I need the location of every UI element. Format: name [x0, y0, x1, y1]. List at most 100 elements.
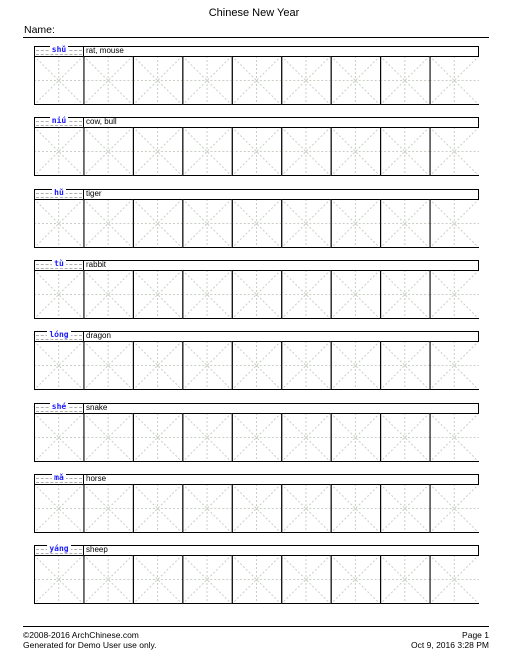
writing-cell[interactable]	[379, 199, 431, 248]
writing-cell[interactable]	[132, 270, 184, 319]
writing-cell[interactable]	[429, 56, 479, 105]
writing-cell[interactable]	[379, 484, 431, 533]
writing-cell[interactable]	[231, 484, 283, 533]
writing-cell[interactable]	[330, 127, 382, 176]
writing-grid-svg	[34, 199, 479, 248]
writing-cell[interactable]	[181, 127, 233, 176]
writing-cell[interactable]	[83, 270, 134, 319]
row-header: mǎ horse	[34, 473, 479, 484]
writing-cell[interactable]	[379, 555, 431, 604]
writing-cell[interactable]	[83, 199, 134, 248]
writing-cell[interactable]	[132, 56, 184, 105]
writing-cell[interactable]	[181, 555, 233, 604]
writing-cell[interactable]	[379, 56, 431, 105]
writing-grid-svg	[34, 270, 479, 319]
writing-cell[interactable]	[429, 484, 479, 533]
writing-cell[interactable]	[132, 341, 184, 390]
writing-cell[interactable]	[429, 270, 479, 319]
pinyin-text-wrap: niú	[35, 116, 83, 125]
writing-cell[interactable]	[231, 56, 283, 105]
writing-cell[interactable]	[83, 341, 134, 390]
writing-cell[interactable]	[181, 341, 233, 390]
writing-cell[interactable]	[330, 413, 382, 462]
practice-row: shé snake	[34, 402, 479, 462]
writing-grid-svg	[34, 484, 479, 533]
writing-cell[interactable]	[181, 56, 233, 105]
writing-cell[interactable]	[181, 270, 233, 319]
writing-cell[interactable]	[330, 56, 382, 105]
writing-cell[interactable]	[83, 56, 134, 105]
writing-cell[interactable]	[280, 270, 332, 319]
row-header: niú cow, bull	[34, 116, 479, 127]
row-header: hǔ tiger	[34, 188, 479, 199]
writing-cell[interactable]	[83, 127, 134, 176]
pinyin-text: shé	[49, 402, 69, 411]
writing-cell[interactable]	[34, 56, 85, 105]
writing-cell[interactable]	[231, 555, 283, 604]
pinyin-cell: tù	[35, 259, 84, 270]
writing-cell[interactable]	[34, 413, 85, 462]
writing-cell[interactable]	[379, 127, 431, 176]
practice-row: tù rabbit	[34, 259, 479, 319]
writing-cell[interactable]	[231, 127, 283, 176]
writing-cell[interactable]	[330, 270, 382, 319]
practice-row: lóng dragon	[34, 330, 479, 390]
pinyin-text: mǎ	[52, 473, 66, 482]
writing-cell[interactable]	[330, 341, 382, 390]
pinyin-cell: mǎ	[35, 473, 84, 484]
writing-cell[interactable]	[34, 127, 85, 176]
writing-cell[interactable]	[34, 341, 85, 390]
writing-cell[interactable]	[429, 199, 479, 248]
pinyin-cell: shé	[35, 402, 84, 413]
pinyin-text: niú	[49, 116, 69, 125]
writing-cell[interactable]	[379, 341, 431, 390]
writing-cell[interactable]	[34, 555, 85, 604]
writing-cell[interactable]	[83, 413, 134, 462]
writing-cell[interactable]	[330, 199, 382, 248]
writing-cell[interactable]	[330, 484, 382, 533]
writing-cell[interactable]	[429, 413, 479, 462]
writing-grid	[34, 199, 479, 248]
writing-cell[interactable]	[429, 555, 479, 604]
pinyin-text-wrap: shǔ	[35, 45, 83, 54]
writing-cell[interactable]	[231, 341, 283, 390]
writing-cell[interactable]	[132, 484, 184, 533]
writing-cell[interactable]	[280, 199, 332, 248]
row-header: tù rabbit	[34, 259, 479, 270]
writing-cell[interactable]	[132, 199, 184, 248]
writing-cell[interactable]	[181, 484, 233, 533]
writing-cell[interactable]	[280, 484, 332, 533]
writing-cell[interactable]	[280, 413, 332, 462]
pinyin-cell: yáng	[35, 544, 84, 555]
writing-cell[interactable]	[34, 199, 85, 248]
writing-grid	[34, 555, 479, 604]
writing-cell[interactable]	[330, 555, 382, 604]
writing-cell[interactable]	[181, 199, 233, 248]
writing-grid-svg	[34, 56, 479, 105]
writing-cell[interactable]	[34, 484, 85, 533]
writing-cell[interactable]	[34, 270, 85, 319]
writing-cell[interactable]	[429, 341, 479, 390]
writing-cell[interactable]	[280, 56, 332, 105]
writing-cell[interactable]	[132, 127, 184, 176]
writing-cell[interactable]	[231, 199, 283, 248]
meaning-text: horse	[86, 474, 107, 483]
writing-grid-svg	[34, 127, 479, 176]
pinyin-text-wrap: shé	[35, 402, 83, 411]
writing-cell[interactable]	[280, 555, 332, 604]
writing-cell[interactable]	[83, 555, 134, 604]
writing-cell[interactable]	[280, 341, 332, 390]
writing-cell[interactable]	[379, 270, 431, 319]
writing-cell[interactable]	[280, 127, 332, 176]
writing-cell[interactable]	[379, 413, 431, 462]
writing-cell[interactable]	[429, 127, 479, 176]
writing-cell[interactable]	[132, 555, 184, 604]
writing-cell[interactable]	[132, 413, 184, 462]
writing-cell[interactable]	[231, 270, 283, 319]
practice-row: mǎ horse	[34, 473, 479, 533]
writing-cell[interactable]	[181, 413, 233, 462]
practice-row: shǔ rat, mouse	[34, 45, 479, 105]
writing-cell[interactable]	[83, 484, 134, 533]
writing-cell[interactable]	[231, 413, 283, 462]
meaning-text: dragon	[86, 331, 111, 340]
